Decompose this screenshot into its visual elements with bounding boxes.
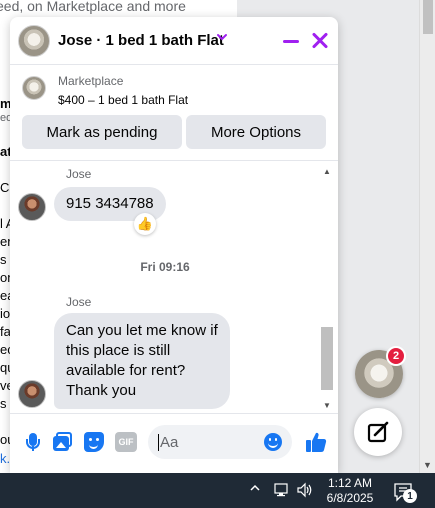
chevron-down-icon[interactable] (216, 31, 228, 46)
windows-taskbar: 1:12 AM 6/8/2025 1 (0, 473, 435, 508)
thumbs-up-reaction-icon[interactable]: 👍 (134, 213, 156, 235)
listing-thumbnail[interactable] (22, 76, 46, 100)
chat-header: Jose · 1 bed 1 bath Flat (10, 17, 338, 65)
message-composer: GIF (10, 413, 338, 473)
close-button[interactable] (308, 28, 332, 52)
listing-card: Marketplace $400 – 1 bed 1 bath Flat Mar… (10, 66, 338, 161)
message-list: Jose 915 3434788 👍 Fri 09:16 Jose Can yo… (10, 162, 338, 412)
mark-as-pending-button[interactable]: Mark as pending (22, 115, 182, 149)
notification-count-badge: 1 (403, 489, 417, 503)
text-caret (158, 434, 159, 451)
more-options-button[interactable]: More Options (186, 115, 326, 149)
listing-title[interactable]: $400 – 1 bed 1 bath Flat (58, 93, 188, 107)
scroll-down-arrow-icon[interactable]: ▼ (323, 401, 331, 410)
new-message-button[interactable] (354, 408, 402, 456)
unread-count-badge: 2 (386, 346, 406, 366)
volume-icon[interactable] (296, 482, 314, 498)
background-header-text: eed, on Marketplace and more (0, 0, 186, 14)
system-clock[interactable]: 1:12 AM 6/8/2025 (322, 476, 378, 506)
message-bubble[interactable]: Can you let me know if this place is sti… (54, 313, 230, 409)
sticker-icon[interactable] (83, 431, 105, 453)
message-timestamp: Fri 09:16 (140, 260, 190, 274)
sender-avatar[interactable] (18, 193, 46, 221)
chevron-up-icon[interactable] (249, 482, 261, 497)
compose-icon (367, 421, 389, 443)
clock-time: 1:12 AM (327, 476, 373, 490)
chat-window: Jose · 1 bed 1 bath Flat Marketplace $40… (10, 17, 338, 473)
sender-name: Jose (66, 167, 92, 181)
background-fragment: s (0, 396, 7, 411)
thumbs-up-like-icon[interactable] (304, 430, 328, 454)
clock-date: 6/8/2025 (326, 491, 374, 505)
scroll-down-arrow-icon[interactable]: ▼ (423, 460, 432, 470)
gif-icon[interactable]: GIF (115, 432, 137, 452)
minimize-button[interactable] (283, 40, 299, 43)
page-scrollbar-thumb[interactable] (423, 0, 433, 34)
emoji-icon[interactable] (264, 433, 282, 451)
background-link[interactable]: k. (0, 451, 10, 467)
listing-avatar[interactable] (18, 25, 50, 57)
microphone-icon[interactable] (22, 431, 44, 453)
message-input[interactable] (160, 425, 260, 459)
network-icon[interactable] (272, 482, 290, 498)
photo-gallery-icon[interactable] (52, 431, 74, 453)
scroll-up-arrow-icon[interactable]: ▲ (323, 167, 331, 176)
page-scrollbar[interactable]: ▼ (419, 0, 435, 473)
sender-avatar[interactable] (18, 380, 46, 408)
listing-source: Marketplace (58, 74, 124, 88)
message-scrollbar[interactable]: ▲ ▼ (320, 162, 334, 412)
background-fragment: io (0, 306, 11, 321)
chat-title[interactable]: Jose · 1 bed 1 bath Flat (58, 32, 224, 49)
message-scrollbar-thumb[interactable] (321, 327, 333, 390)
sender-name: Jose (66, 295, 92, 309)
message-input-box[interactable] (148, 425, 292, 459)
